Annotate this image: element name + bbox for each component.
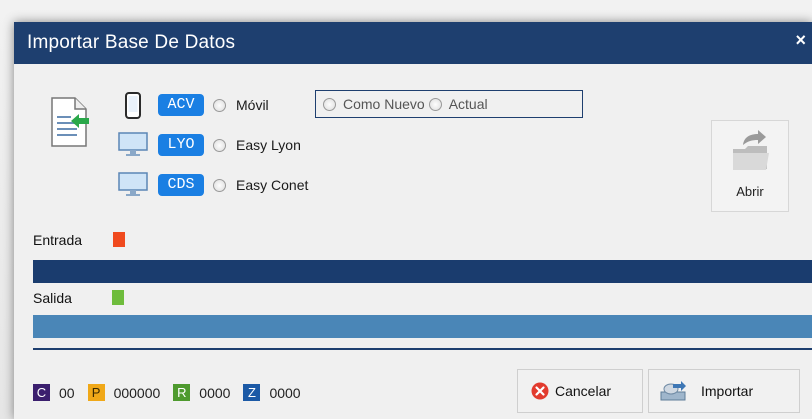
source-label-movil: Móvil [236,97,269,113]
cancel-button-label: Cancelar [555,383,612,399]
stat-r-value: 0000 [199,384,231,401]
import-dialog: Importar Base De Datos × ACV Móvil LYO E… [14,22,812,419]
open-button-label: Abrir [736,184,764,199]
stat-z-value: 0000 [269,384,301,401]
stat-c-value: 00 [59,384,75,401]
open-button[interactable]: Abrir [711,120,789,212]
stat-c-badge: C [33,384,50,401]
import-button-label: Importar [701,383,754,399]
separator [33,348,812,350]
salida-label: Salida [33,290,72,306]
import-mode-group: Como Nuevo Actual [315,90,583,118]
source-label-easy-conet: Easy Conet [236,177,309,193]
cancel-button[interactable]: Cancelar [517,369,643,413]
cancel-icon [531,382,549,400]
monitor-icon [118,131,148,159]
source-tag-lyo: LYO [158,134,204,156]
radio-como-nuevo[interactable] [323,97,336,111]
salida-progress-bar [33,315,812,338]
import-document-icon [51,97,89,147]
stat-p-value: 000000 [113,384,161,401]
salida-indicator [112,290,124,305]
entrada-indicator [113,232,125,247]
radio-actual[interactable] [428,97,442,111]
import-icon [660,381,686,401]
radio-easy-lyon[interactable] [213,138,226,152]
mode-label-como-nuevo: Como Nuevo [343,96,425,112]
radio-movil[interactable] [213,98,226,112]
source-row-movil[interactable]: ACV Móvil [118,91,269,119]
stats-bar: C 00 P 000000 R 0000 Z 0000 [33,384,314,401]
source-row-easy-conet[interactable]: CDS Easy Conet [118,172,308,198]
dialog-title: Importar Base De Datos [27,32,236,53]
import-button[interactable]: Importar [648,369,800,413]
source-tag-cds: CDS [158,174,204,196]
monitor-icon [118,171,148,199]
stat-r-badge: R [173,384,191,401]
close-button[interactable]: × [795,30,806,51]
source-row-easy-lyon[interactable]: LYO Easy Lyon [118,132,301,158]
phone-icon [118,91,148,119]
radio-easy-conet[interactable] [213,178,226,192]
stat-z-badge: Z [243,384,261,401]
stat-p-badge: P [87,384,105,401]
title-bar[interactable]: Importar Base De Datos × [14,22,812,64]
entrada-progress-bar [33,260,812,283]
entrada-label: Entrada [33,232,83,248]
mode-label-actual: Actual [448,96,488,112]
open-folder-icon [733,130,769,170]
source-label-easy-lyon: Easy Lyon [236,137,301,153]
source-tag-acv: ACV [158,94,204,116]
